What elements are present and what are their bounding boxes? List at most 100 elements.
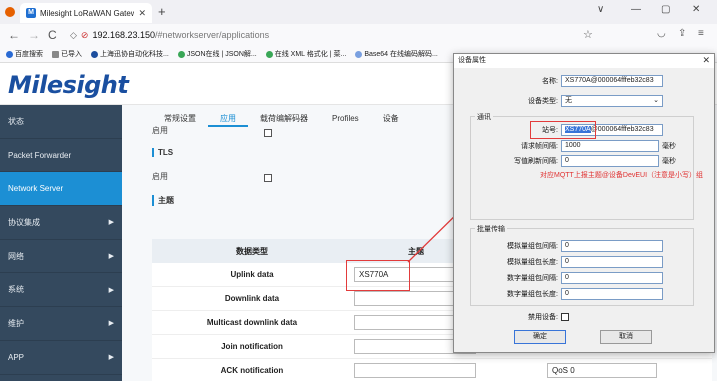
tab-devices[interactable]: 设备 <box>371 111 411 127</box>
minimize-button[interactable]: — <box>631 4 641 15</box>
topic-cell <box>352 363 478 378</box>
sidebar-item-protocol-integration[interactable]: 协议集成 ▶ <box>0 206 122 240</box>
extensions-icon[interactable]: ⇪ <box>678 28 686 39</box>
site-icon <box>355 50 363 58</box>
window-close-button[interactable]: ✕ <box>692 4 700 15</box>
sidebar: 状态 Packet Forwarder Network Server 协议集成 ▶… <box>0 105 122 381</box>
batch-transfer-group-title: 批量传输 <box>475 224 507 234</box>
bookmark-item[interactable]: 在线 XML 格式化 | 菜... <box>265 49 346 59</box>
menu-icon[interactable]: ≡ <box>698 28 704 39</box>
digital-length-label: 数字量组包长度: <box>507 291 558 298</box>
firefox-icon <box>5 7 15 17</box>
write-interval-unit: 毫秒 <box>662 158 676 165</box>
milesight-favicon-icon: M <box>26 8 36 18</box>
sidebar-item-status[interactable]: 状态 <box>0 105 122 139</box>
topic-input[interactable] <box>354 363 476 378</box>
sidebar-item-system[interactable]: 系统 ▶ <box>0 273 122 308</box>
chevron-right-icon: ▶ <box>108 286 114 294</box>
ok-button[interactable]: 确定 <box>514 330 566 344</box>
sidebar-item-app[interactable]: APP ▶ <box>0 341 122 375</box>
bookmark-item[interactable]: Base64 在线编码解码... <box>355 49 438 59</box>
tab-payload-codec[interactable]: 载荷编解码器 <box>248 111 320 127</box>
disable-device-row: 禁用设备: <box>494 312 569 322</box>
sidebar-item-maintenance[interactable]: 维护 ▶ <box>0 307 122 341</box>
digital-interval-input[interactable]: 0 <box>561 272 663 284</box>
tab-profiles[interactable]: Profiles <box>320 111 371 127</box>
digital-length-input[interactable]: 0 <box>561 288 663 300</box>
chevron-right-icon: ▶ <box>108 320 114 328</box>
communication-group-title: 通讯 <box>475 112 493 122</box>
bookmark-item[interactable]: JSON在线 | JSON解... <box>177 49 257 59</box>
digital-interval-row: 数字量组包间隔: 0 <box>494 272 663 284</box>
content-tabs: 常规设置 应用 载荷编解码器 Profiles 设备 <box>152 111 411 127</box>
analog-interval-label: 模拟量组包间隔: <box>507 243 558 250</box>
write-interval-row: 写值刷新间隔: 0 毫秒 <box>494 155 676 167</box>
analog-length-label: 模拟量组包长度: <box>507 259 558 266</box>
tab-close-icon[interactable]: ✕ <box>138 8 146 19</box>
enable-label: 启用 <box>152 172 168 181</box>
request-interval-unit: 毫秒 <box>662 143 676 150</box>
bookmark-item[interactable]: 百度搜索 <box>6 49 43 59</box>
request-interval-input[interactable]: 1000 <box>561 140 659 152</box>
enable-checkbox-top[interactable] <box>264 129 272 137</box>
data-type-cell: Join notification <box>221 342 283 351</box>
bookmark-star-icon[interactable]: ☆ <box>583 28 593 41</box>
chevron-right-icon: ▶ <box>108 354 114 362</box>
browser-nav-bar: ← → C ◇ ⊘ 192.168.23.150/#networkserver/… <box>0 24 717 46</box>
column-header-type: 数据类型 <box>236 246 268 256</box>
tls-section-title: TLS <box>152 148 173 157</box>
data-type-cell: Downlink data <box>224 294 280 303</box>
device-properties-dialog: 设备属性 ✕ 名称: XS770A@000064fffeb32c83 设备类型:… <box>453 53 715 353</box>
device-type-select[interactable]: 无 ⌄ <box>561 95 663 107</box>
bookmark-item[interactable]: 上海迅协自动化科技... <box>91 49 169 59</box>
tab-applications[interactable]: 应用 <box>208 111 248 127</box>
sidebar-item-packet-forwarder[interactable]: Packet Forwarder <box>0 139 122 173</box>
dialog-close-icon[interactable]: ✕ <box>702 55 710 66</box>
dialog-title: 设备属性 <box>454 54 714 68</box>
data-type-cell: Multicast downlink data <box>206 318 298 327</box>
request-interval-row: 请求帧间隔: 1000 毫秒 <box>494 140 676 152</box>
forward-button[interactable]: → <box>28 28 40 42</box>
data-type-cell: ACK notification <box>220 366 284 375</box>
disable-device-checkbox[interactable] <box>561 313 569 321</box>
digital-interval-label: 数字量组包间隔: <box>507 275 558 282</box>
cancel-button[interactable]: 取消 <box>600 330 652 344</box>
milesight-logo: Milesight <box>8 71 129 99</box>
analog-interval-row: 模拟量组包间隔: 0 <box>494 240 663 252</box>
tab-list-chevron-icon[interactable]: ∨ <box>597 4 604 15</box>
sidebar-item-network[interactable]: 网络 ▶ <box>0 240 122 274</box>
lock-icon: ⊘ <box>80 29 89 40</box>
analog-interval-input[interactable]: 0 <box>561 240 663 252</box>
chevron-right-icon: ▶ <box>108 253 114 261</box>
chevron-right-icon: ▶ <box>108 219 114 227</box>
name-input[interactable]: XS770A@000064fffeb32c83 <box>561 75 663 87</box>
globe-icon <box>6 50 13 58</box>
enable-label-top: 启用 <box>152 126 168 135</box>
table-row: ACK notification QoS 0 <box>152 359 712 381</box>
write-interval-input[interactable]: 0 <box>561 155 659 167</box>
site-icon <box>177 50 185 58</box>
browser-tab[interactable]: M Milesight LoRaWAN Gateway ✕ <box>20 3 152 23</box>
url-host: 192.168.23.150 <box>92 30 156 40</box>
bookmark-item[interactable]: 已导入 <box>52 49 82 59</box>
analog-length-input[interactable]: 0 <box>561 256 663 268</box>
chevron-down-icon: ⌄ <box>653 97 659 104</box>
qos-select[interactable]: QoS 0 <box>547 363 657 378</box>
shield-icon: ◇ <box>70 29 77 40</box>
maximize-button[interactable]: ▢ <box>661 4 670 15</box>
back-button[interactable]: ← <box>8 28 20 42</box>
new-tab-button[interactable]: + <box>158 4 166 19</box>
device-type-label: 设备类型: <box>528 98 558 105</box>
sidebar-item-network-server[interactable]: Network Server <box>0 172 122 207</box>
enable-checkbox[interactable] <box>264 174 272 182</box>
name-row: 名称: XS770A@000064fffeb32c83 <box>494 75 663 87</box>
device-type-row: 设备类型: 无 ⌄ <box>494 95 663 107</box>
write-interval-label: 写值刷新间隔: <box>514 158 558 165</box>
tab-title: Milesight LoRaWAN Gateway <box>40 8 135 18</box>
url-bar[interactable]: ◇ ⊘ 192.168.23.150/#networkserver/applic… <box>66 26 606 44</box>
pocket-icon[interactable]: ◡ <box>657 28 666 39</box>
reload-button[interactable]: C <box>48 28 57 42</box>
disable-device-label: 禁用设备: <box>528 314 558 321</box>
data-type-cell: Uplink data <box>230 270 274 279</box>
request-interval-label: 请求帧间隔: <box>521 143 558 150</box>
